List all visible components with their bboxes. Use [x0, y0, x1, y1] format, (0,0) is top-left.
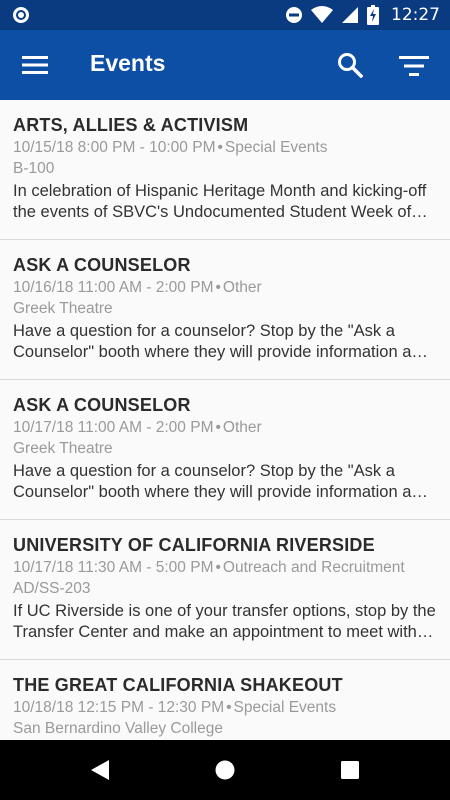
do-not-disturb-icon: [286, 7, 302, 23]
recents-icon[interactable]: [341, 761, 359, 779]
menu-icon[interactable]: [22, 53, 48, 77]
event-location: Greek Theatre: [13, 300, 113, 317]
event-meta: 10/17/18 11:30 AM - 5:00 PM • Outreach and…: [13, 558, 437, 578]
event-location: B-100: [13, 160, 55, 177]
event-location: AD/SS-203: [13, 580, 91, 597]
event-list-item[interactable]: ARTS, ALLIES & ACTIVISM 10/15/18 8:00 PM…: [0, 100, 450, 240]
search-icon[interactable]: [337, 52, 363, 78]
event-meta: 10/16/18 11:00 AM - 2:00 PM • Other: [13, 278, 437, 298]
event-list-item[interactable]: UNIVERSITY OF CALIFORNIA RIVERSIDE 10/17…: [0, 520, 450, 660]
event-list-item[interactable]: ASK A COUNSELOR 10/17/18 11:00 AM - 2:00…: [0, 380, 450, 520]
meta-separator: •: [226, 699, 232, 716]
meta-separator: •: [215, 559, 221, 576]
status-clock: 12:27: [391, 5, 440, 25]
signal-icon: [342, 7, 358, 23]
event-description: If UC Riverside is one of your transfer …: [13, 602, 436, 641]
event-meta: 10/15/18 8:00 PM - 10:00 PM • Special Even…: [13, 138, 437, 158]
event-meta: 10/18/18 12:15 PM - 12:30 PM • Special Eve…: [13, 698, 437, 718]
event-datetime: 10/18/18 12:15 PM - 12:30 PM: [13, 699, 225, 716]
event-category: Other: [222, 419, 262, 436]
event-title: ARTS, ALLIES & ACTIVISM: [13, 115, 249, 135]
event-title: THE GREAT CALIFORNIA SHAKEOUT: [13, 675, 343, 695]
back-icon[interactable]: [90, 759, 110, 781]
meta-separator: •: [217, 139, 223, 156]
app-bar: Events: [0, 30, 450, 100]
event-description: In celebration of Hispanic Heritage Mont…: [13, 182, 427, 221]
event-datetime: 10/16/18 11:00 AM - 2:00 PM: [13, 279, 214, 296]
system-nav-bar: [0, 740, 450, 800]
status-bar: 12:27: [0, 0, 450, 30]
page-title: Events: [90, 50, 166, 76]
event-datetime: 10/17/18 11:00 AM - 2:00 PM: [13, 419, 214, 436]
event-list: ARTS, ALLIES & ACTIVISM 10/15/18 8:00 PM…: [0, 100, 450, 740]
event-location: Greek Theatre: [13, 440, 113, 457]
event-category: Outreach and Recruitment: [222, 559, 405, 576]
filter-icon[interactable]: [399, 55, 429, 77]
event-description: Have a question for a counselor? Stop by…: [13, 462, 430, 501]
event-title: ASK A COUNSELOR: [13, 395, 191, 415]
event-datetime: 10/17/18 11:30 AM - 5:00 PM: [13, 559, 214, 576]
meta-separator: •: [215, 419, 221, 436]
event-datetime: 10/15/18 8:00 PM - 10:00 PM: [13, 139, 216, 156]
battery-charging-icon: [367, 5, 379, 25]
event-title: UNIVERSITY OF CALIFORNIA RIVERSIDE: [13, 535, 375, 555]
status-icons: 12:27: [285, 0, 440, 30]
event-category: Other: [222, 279, 262, 296]
wifi-icon: [311, 6, 333, 23]
home-icon[interactable]: [215, 760, 235, 780]
app-notification-icon: [13, 7, 29, 23]
event-location: San Bernardino Valley College: [13, 720, 223, 737]
event-category: Special Events: [224, 139, 328, 156]
event-category: Special Events: [233, 699, 337, 716]
event-list-item[interactable]: ASK A COUNSELOR 10/16/18 11:00 AM - 2:00…: [0, 240, 450, 380]
event-title: ASK A COUNSELOR: [13, 255, 191, 275]
meta-separator: •: [215, 279, 221, 296]
event-meta: 10/17/18 11:00 AM - 2:00 PM • Other: [13, 418, 437, 438]
event-list-item[interactable]: THE GREAT CALIFORNIA SHAKEOUT 10/18/18 1…: [0, 660, 450, 740]
event-description: Have a question for a counselor? Stop by…: [13, 322, 430, 361]
